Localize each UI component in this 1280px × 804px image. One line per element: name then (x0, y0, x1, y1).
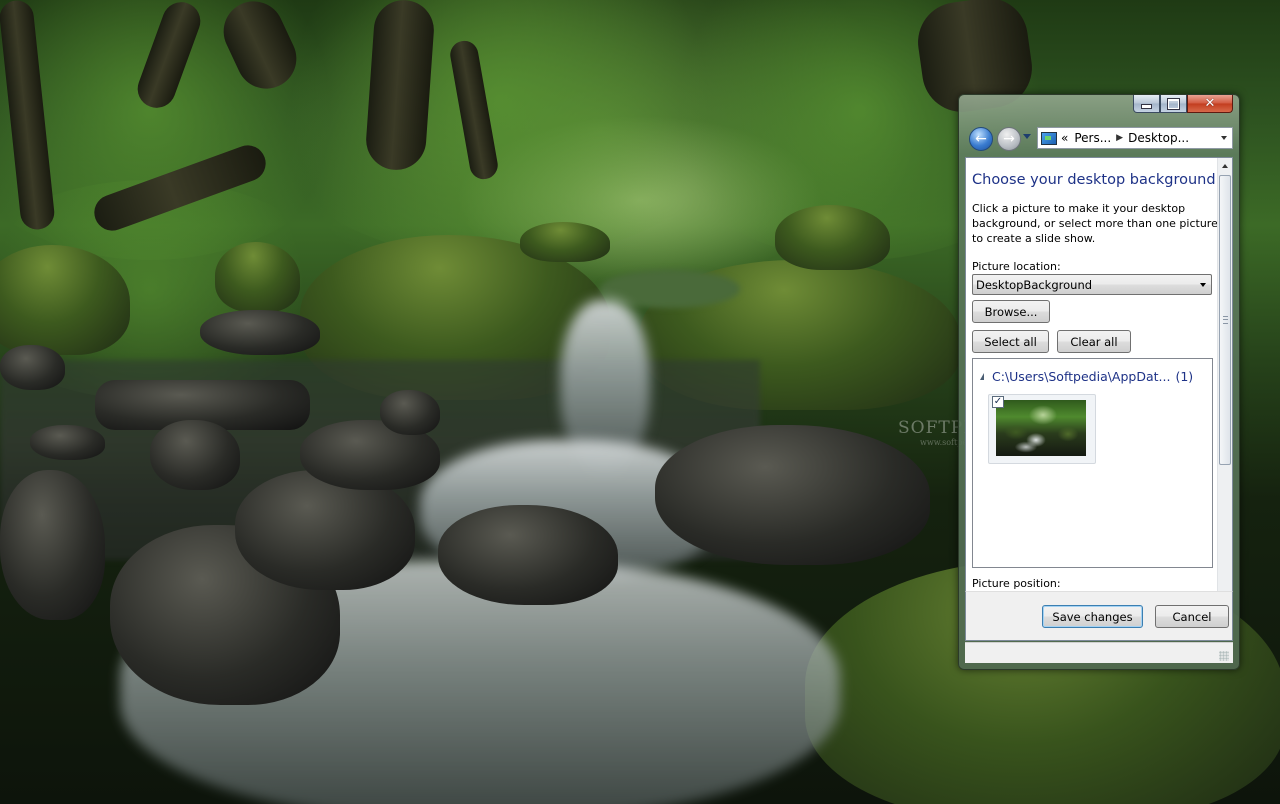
resize-grip-icon[interactable] (1219, 651, 1229, 661)
recent-pages-dropdown-icon[interactable] (1023, 134, 1031, 139)
maximize-icon (1168, 98, 1179, 109)
address-dropdown-button[interactable] (1216, 128, 1232, 148)
breadcrumb-separator-icon[interactable]: ▶ (1116, 133, 1123, 143)
navigation-bar: ← → « Pers... ▶ Desktop... (965, 125, 1233, 153)
scrollable-content: Choose your desktop background Click a p… (966, 158, 1218, 624)
group-path: C:\Users\Softpedia\AppDat... (992, 369, 1171, 384)
picture-group-header[interactable]: C:\Users\Softpedia\AppDat... (1) (980, 369, 1193, 384)
back-button[interactable]: ← (969, 127, 993, 151)
select-all-button[interactable]: Select all (972, 330, 1049, 353)
clear-all-button[interactable]: Clear all (1057, 330, 1131, 353)
close-button[interactable]: ✕ (1187, 95, 1233, 113)
scroll-up-icon (1222, 164, 1228, 168)
forward-button[interactable]: → (997, 127, 1021, 151)
collapse-group-icon[interactable] (980, 373, 984, 380)
desktop-background-window: ✕ ← → « Pers... ▶ Desktop... Choose your… (958, 94, 1240, 670)
vertical-scrollbar[interactable] (1217, 158, 1232, 639)
page-description: Click a picture to make it your desktop … (972, 202, 1218, 245)
chevron-down-icon (1200, 282, 1206, 287)
select-all-label: Select all (984, 334, 1037, 349)
save-changes-button[interactable]: Save changes (1042, 605, 1143, 628)
breadcrumb-item-personalization[interactable]: Pers... (1074, 131, 1111, 145)
picture-list[interactable]: C:\Users\Softpedia\AppDat... (1) ✓ (972, 358, 1213, 568)
scrollbar-thumb[interactable] (1219, 175, 1231, 465)
command-area: Save changes Cancel (965, 591, 1233, 641)
page-title: Choose your desktop background (972, 172, 1216, 188)
group-count: (1) (1175, 369, 1194, 384)
browse-button-label: Browse... (984, 304, 1038, 319)
address-bar[interactable]: « Pers... ▶ Desktop... (1037, 127, 1233, 149)
minimize-button[interactable] (1133, 95, 1160, 113)
close-icon: ✕ (1204, 96, 1216, 111)
picture-location-label: Picture location: (972, 260, 1061, 273)
cancel-label: Cancel (1172, 609, 1212, 624)
back-arrow-icon: ← (975, 131, 987, 147)
status-bar (965, 642, 1233, 663)
browse-button[interactable]: Browse... (972, 300, 1050, 323)
picture-thumbnail[interactable]: ✓ (988, 394, 1096, 464)
breadcrumb-overflow[interactable]: « (1061, 131, 1068, 145)
minimize-icon (1141, 104, 1152, 109)
caption-buttons: ✕ (1133, 95, 1233, 114)
picture-location-value: DesktopBackground (976, 277, 1093, 292)
forward-arrow-icon: → (1003, 131, 1015, 147)
clear-all-label: Clear all (1070, 334, 1118, 349)
chevron-down-icon (1221, 136, 1227, 140)
scroll-up-button[interactable] (1218, 158, 1232, 174)
control-panel-icon (1041, 131, 1057, 145)
maximize-button[interactable] (1160, 95, 1187, 113)
content-pane: Choose your desktop background Click a p… (965, 157, 1233, 640)
picture-checkbox[interactable]: ✓ (992, 396, 1004, 408)
breadcrumb-item-desktop-background[interactable]: Desktop... (1128, 131, 1189, 145)
picture-location-select[interactable]: DesktopBackground (972, 274, 1212, 295)
picture-position-label: Picture position: (972, 577, 1061, 590)
cancel-button[interactable]: Cancel (1155, 605, 1229, 628)
save-changes-label: Save changes (1052, 609, 1133, 624)
grip-icon (1223, 316, 1228, 324)
forest-stream-thumbnail-image (996, 400, 1086, 456)
